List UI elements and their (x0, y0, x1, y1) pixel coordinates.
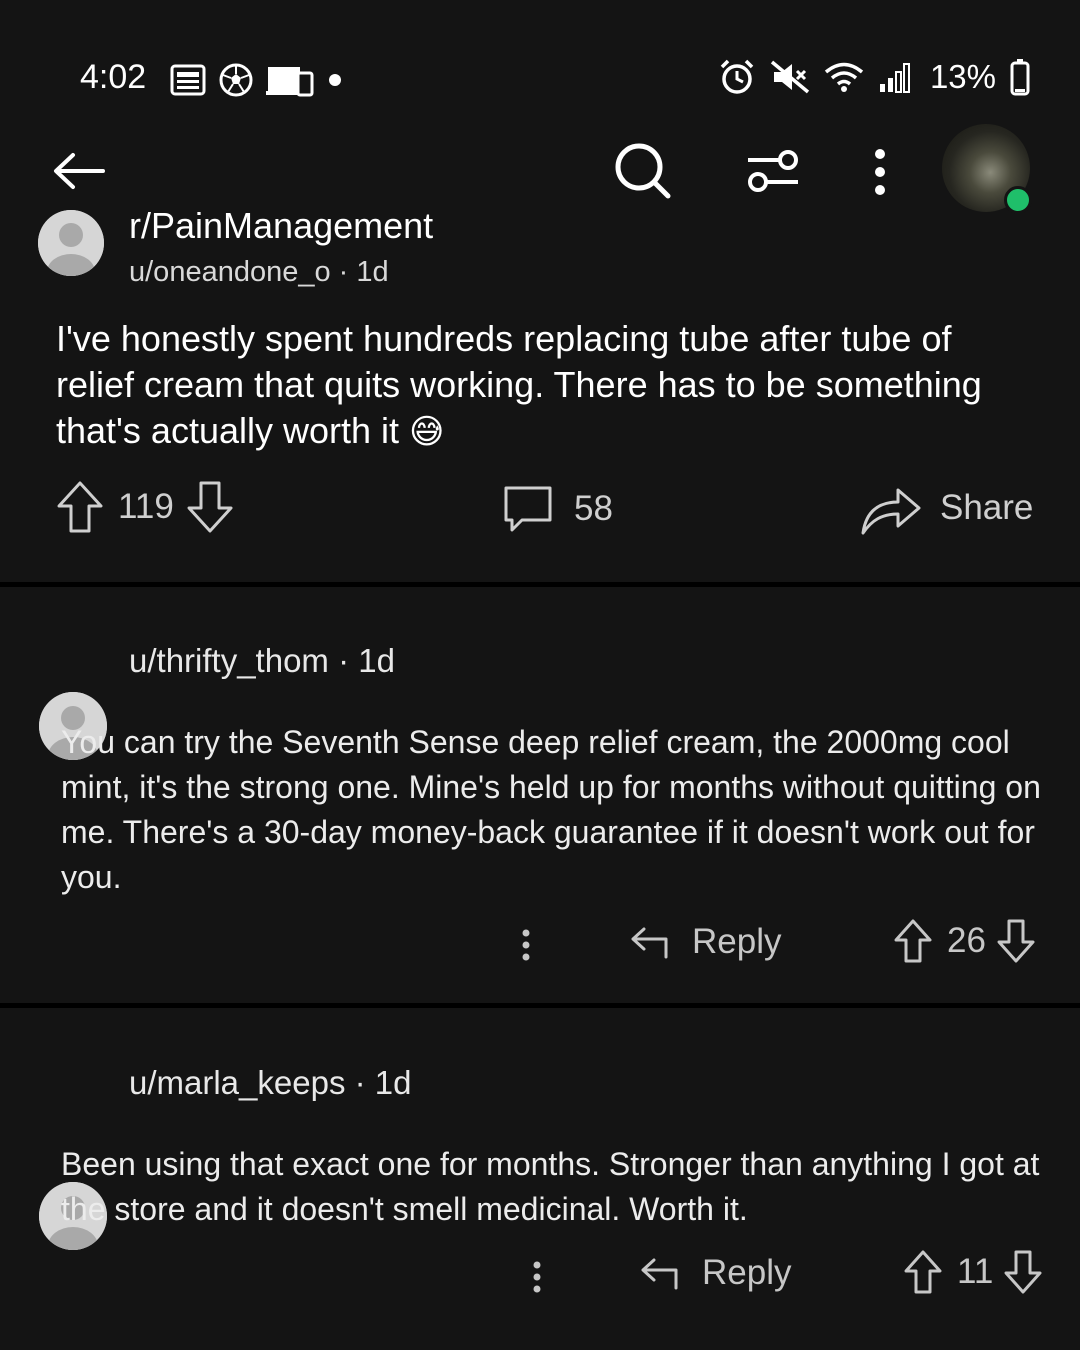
status-icons-left (170, 62, 342, 98)
post-vote-bar: 119 (56, 480, 234, 534)
subreddit-name[interactable]: r/PainManagement (129, 205, 433, 247)
kebab-menu-icon (533, 1261, 541, 1293)
default-avatar-icon (38, 210, 104, 276)
comments-button[interactable]: 58 (502, 484, 613, 534)
comment-vote-bar: 26 (893, 918, 1036, 964)
reply-button[interactable]: Reply (630, 922, 781, 962)
post-author-line[interactable]: u/oneandone_o · 1d (129, 256, 389, 289)
status-icons-right: 13% (718, 58, 1030, 96)
comment-divider (0, 1003, 1080, 1008)
battery-percentage: 13% (929, 58, 996, 95)
battery-icon (1010, 58, 1030, 96)
comment-vote-bar: 11 (903, 1249, 1043, 1295)
mute-icon (770, 60, 810, 94)
reply-button[interactable]: Reply (640, 1253, 791, 1293)
upvote-arrow-icon (904, 1250, 942, 1294)
sweat-smile-emoji-icon: 😅 (409, 413, 445, 451)
comment-more-button[interactable] (518, 928, 534, 967)
alarm-icon (718, 58, 756, 96)
downvote-button[interactable] (186, 480, 234, 534)
comment-vote-count: 26 (947, 921, 986, 960)
reply-arrow-icon (640, 1256, 680, 1290)
post-body-text: I've honestly spent hundreds replacing t… (56, 318, 982, 451)
comment-body: Been using that exact one for months. St… (61, 1146, 1040, 1227)
comment-author-line[interactable]: u/thrifty_thom · 1d (129, 642, 395, 680)
user-avatar-button[interactable] (942, 124, 1032, 214)
reply-label: Reply (702, 1253, 792, 1292)
post-upvote-count: 119 (118, 487, 174, 526)
signal-icon (878, 60, 916, 94)
comment-vote-count: 11 (957, 1252, 994, 1291)
comment-author-line[interactable]: u/marla_keeps · 1d (129, 1064, 411, 1102)
downvote-arrow-icon (187, 481, 233, 533)
upvote-button[interactable] (903, 1249, 943, 1295)
downvote-arrow-icon (1004, 1250, 1042, 1294)
sort-filter-button[interactable] (742, 144, 802, 196)
comment-bubble-icon (502, 484, 554, 534)
comment-body: You can try the Seventh Sense deep relie… (61, 724, 1041, 895)
downvote-arrow-icon (997, 919, 1035, 963)
upvote-arrow-icon (57, 481, 103, 533)
share-label: Share (940, 488, 1034, 527)
search-icon (612, 140, 672, 200)
search-button[interactable] (610, 138, 674, 202)
sliders-icon (744, 146, 800, 194)
reply-arrow-icon (630, 925, 670, 959)
downvote-button[interactable] (1003, 1249, 1043, 1295)
more-options-button[interactable] (860, 146, 900, 198)
subreddit-avatar[interactable] (38, 210, 104, 276)
upvote-arrow-icon (894, 919, 932, 963)
comment-count: 58 (574, 489, 613, 528)
wifi-icon (824, 61, 864, 93)
news-app-icon (170, 64, 206, 96)
back-arrow-icon (51, 151, 105, 191)
kebab-menu-icon (873, 148, 887, 196)
soccer-ball-icon (218, 62, 254, 98)
share-button[interactable]: Share (860, 480, 1033, 536)
post-body: I've honestly spent hundreds replacing t… (56, 316, 1036, 455)
status-time: 4:02 (80, 58, 147, 96)
upvote-button[interactable] (56, 480, 104, 534)
devices-icon (266, 63, 316, 97)
back-button[interactable] (50, 146, 106, 196)
kebab-menu-icon (522, 929, 530, 961)
upvote-button[interactable] (893, 918, 933, 964)
comment-more-button[interactable] (529, 1260, 545, 1299)
notification-dot-icon (328, 73, 342, 87)
downvote-button[interactable] (996, 918, 1036, 964)
share-arrow-icon (860, 480, 922, 536)
post-divider (0, 582, 1080, 587)
online-status-dot (1004, 186, 1032, 214)
reply-label: Reply (692, 922, 782, 961)
